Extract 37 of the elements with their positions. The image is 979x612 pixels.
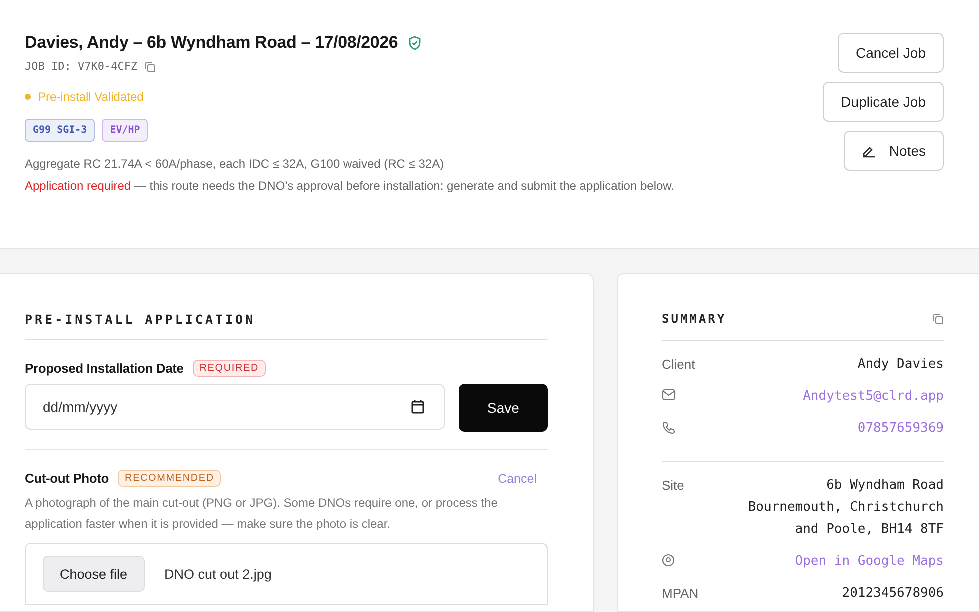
copy-icon[interactable] <box>144 60 156 72</box>
summary-label: MPAN <box>662 586 699 601</box>
envelope-icon <box>662 389 676 401</box>
summary-value: Andy Davies <box>858 356 944 374</box>
tag-badge: G99 SGI-3 <box>25 119 96 142</box>
phone-link[interactable]: 07857659369 <box>858 418 944 440</box>
calendar-icon[interactable] <box>411 400 425 414</box>
approval-notice: Application required — this route needs the DNO’s approval before installation: generate and submit the application below. <box>25 179 675 193</box>
summary-title: SUMMARY <box>662 312 727 326</box>
summary-value: 6b Wyndham Road Bournemouth, Christchurch and Poole, BH14 8TF <box>748 477 944 539</box>
summary-label: Site <box>662 478 684 493</box>
job-title: Davies, Andy – 6b Wyndham Road – 17/08/2026 <box>25 33 398 53</box>
email-link[interactable]: Andytest5@clrd.app <box>803 386 944 408</box>
rule-summary: Aggregate RC 21.74A < 60A/phase, each IDC ≤ 32A, G100 waived (RC ≤ 32A) <box>25 157 446 171</box>
save-button[interactable]: Save <box>459 384 548 432</box>
field-help-text: A photograph of the main cut-out (PNG or JPG). Some DNOs require one, or process the application faster when it is provided — make sure the photo is clear. <box>25 495 499 533</box>
file-name: DNO cut out 2.jpg <box>164 566 272 582</box>
summary-value: 2012345678906 <box>842 585 944 603</box>
notes-button[interactable]: Notes <box>844 131 944 171</box>
summary-label: Client <box>662 357 696 372</box>
recommended-badge: RECOMMENDED <box>118 470 222 487</box>
required-badge: REQUIRED <box>192 360 266 377</box>
copy-icon[interactable] <box>932 313 944 325</box>
field-label: Proposed Installation Date <box>25 361 184 376</box>
choose-file-button[interactable]: Choose file <box>43 556 145 592</box>
date-input-field[interactable]: dd/mm/yyyy <box>25 384 445 430</box>
action-button[interactable]: Duplicate Job <box>823 82 944 122</box>
section-title: PRE-INSTALL APPLICATION <box>25 312 548 340</box>
map-link[interactable]: Open in Google Maps <box>795 551 944 573</box>
tag-badge: EV/HP <box>102 119 148 142</box>
action-button[interactable]: Cancel Job <box>838 33 944 73</box>
job-id: JOB ID: V7K0-4CFZ <box>25 60 138 73</box>
status-label: Pre-install Validated <box>38 90 144 104</box>
phone-icon <box>662 421 676 435</box>
field-label: Cut-out Photo <box>25 471 110 486</box>
file-input-field[interactable]: Choose file DNO cut out 2.jpg <box>25 543 548 605</box>
location-pin-icon <box>662 554 675 568</box>
